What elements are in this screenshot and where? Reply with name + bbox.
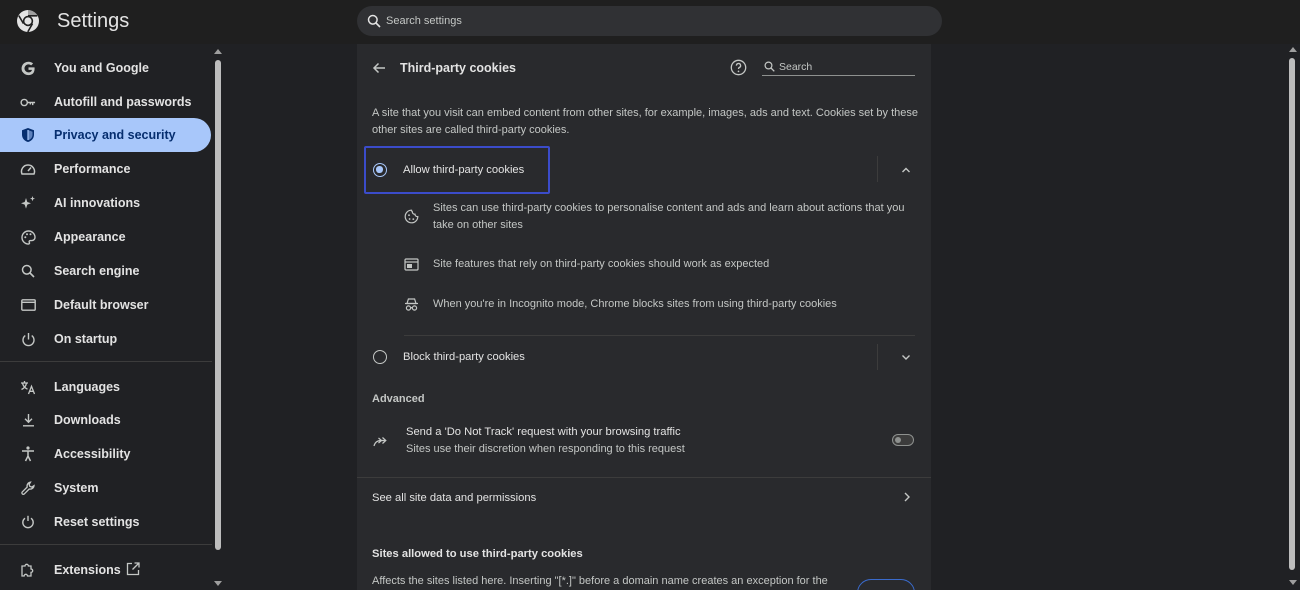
sidebar-item-autofill[interactable]: Autofill and passwords — [0, 85, 211, 119]
advanced-heading: Advanced — [372, 393, 425, 405]
block-cookies-label: Block third-party cookies — [403, 351, 525, 363]
allowed-sites-description: Affects the sites listed here. Inserting… — [372, 575, 828, 587]
sidebar-item-downloads[interactable]: Downloads — [0, 403, 211, 437]
web-page-icon — [404, 258, 419, 271]
back-arrow-icon[interactable] — [371, 60, 387, 76]
sidebar-item-search-engine[interactable]: Search engine — [0, 254, 211, 288]
search-icon — [20, 263, 36, 279]
sidebar-item-label: On startup — [54, 332, 118, 346]
download-icon — [20, 412, 36, 428]
search-icon — [764, 61, 775, 72]
allow-detail-personalise: Sites can use third-party cookies to per… — [433, 202, 905, 231]
sidebar: You and Google Autofill and passwords Pr… — [0, 44, 226, 590]
add-site-button[interactable] — [857, 579, 915, 590]
sidebar-scrollbar[interactable] — [212, 46, 226, 590]
shield-icon — [20, 127, 36, 143]
sidebar-item-label: Downloads — [54, 413, 121, 427]
scroll-down-arrow-icon[interactable] — [1289, 580, 1297, 585]
block-third-party-cookies-option[interactable]: Block third-party cookies — [357, 334, 931, 380]
external-link-icon[interactable] — [126, 562, 140, 576]
page-title: Third-party cookies — [400, 61, 516, 75]
sidebar-item-label: You and Google — [54, 61, 149, 75]
do-not-track-icon — [373, 437, 387, 447]
accessibility-icon — [20, 446, 36, 462]
reset-icon — [20, 514, 36, 530]
chevron-up-icon[interactable] — [900, 164, 912, 176]
sidebar-divider — [0, 361, 212, 362]
scrollbar-thumb[interactable] — [1289, 58, 1295, 570]
sidebar-item-reset-settings[interactable]: Reset settings — [0, 505, 211, 539]
google-g-icon — [20, 60, 36, 76]
incognito-icon — [405, 298, 418, 311]
speedometer-icon — [20, 161, 36, 177]
allow-cookies-label: Allow third-party cookies — [403, 164, 525, 176]
top-bar: Settings — [0, 0, 1300, 44]
sidebar-item-label: Accessibility — [54, 447, 131, 461]
key-icon — [20, 94, 36, 110]
settings-search-bar[interactable] — [357, 6, 942, 36]
allow-detail-features: Site features that rely on third-party c… — [433, 258, 770, 270]
do-not-track-subtitle: Sites use their discretion when respondi… — [406, 443, 685, 455]
do-not-track-toggle[interactable] — [892, 434, 914, 446]
row-separator — [877, 156, 878, 182]
translate-icon — [20, 379, 36, 395]
do-not-track-title: Send a 'Do Not Track' request with your … — [406, 426, 681, 438]
sidebar-item-label: Privacy and security — [54, 128, 176, 142]
sidebar-item-extensions[interactable]: Extensions — [0, 553, 211, 587]
sidebar-item-label: Languages — [54, 380, 120, 394]
row-separator — [877, 344, 878, 370]
main-scrollbar[interactable] — [1286, 44, 1300, 590]
sidebar-item-label: System — [54, 481, 99, 495]
sidebar-item-label: Performance — [54, 162, 131, 176]
sidebar-item-languages[interactable]: Languages — [0, 370, 211, 404]
sidebar-item-label: Search engine — [54, 264, 140, 278]
sidebar-item-privacy-and-security[interactable]: Privacy and security — [0, 118, 211, 152]
page-search-field[interactable] — [762, 58, 915, 76]
scroll-up-arrow-icon[interactable] — [214, 49, 222, 54]
search-icon — [367, 14, 381, 28]
cookie-icon — [404, 209, 419, 224]
sidebar-item-label: Appearance — [54, 230, 126, 244]
allow-detail-incognito: When you're in Incognito mode, Chrome bl… — [433, 298, 837, 310]
sidebar-item-appearance[interactable]: Appearance — [0, 220, 211, 254]
block-cookies-radio[interactable] — [373, 350, 387, 364]
browser-window-icon — [20, 297, 36, 313]
sidebar-item-label: Extensions — [54, 563, 121, 577]
allowed-sites-heading: Sites allowed to use third-party cookies — [372, 548, 583, 560]
chevron-right-icon — [904, 492, 910, 502]
allow-third-party-cookies-option[interactable]: Allow third-party cookies — [357, 146, 931, 194]
page-search-input[interactable] — [779, 59, 913, 74]
sidebar-item-on-startup[interactable]: On startup — [0, 322, 211, 356]
help-icon[interactable] — [730, 59, 747, 76]
sidebar-item-performance[interactable]: Performance — [0, 152, 211, 186]
palette-icon — [20, 229, 36, 245]
chevron-down-icon[interactable] — [900, 351, 912, 363]
app-title: Settings — [57, 10, 130, 32]
settings-search-input[interactable] — [386, 12, 906, 30]
sparkle-icon — [20, 195, 36, 211]
wrench-icon — [20, 480, 36, 496]
power-icon — [20, 331, 36, 347]
sidebar-item-default-browser[interactable]: Default browser — [0, 288, 211, 322]
cookies-description: A site that you visit can embed content … — [372, 107, 918, 136]
sidebar-item-label: AI innovations — [54, 196, 141, 210]
sidebar-item-accessibility[interactable]: Accessibility — [0, 437, 211, 471]
sidebar-item-ai-innovations[interactable]: AI innovations — [0, 186, 211, 220]
sidebar-item-label: Autofill and passwords — [54, 95, 192, 109]
third-party-cookies-card: Third-party cookies A site that you visi… — [357, 44, 931, 590]
allow-cookies-radio[interactable] — [373, 163, 387, 177]
chrome-logo-icon — [17, 10, 39, 33]
sidebar-item-label: Reset settings — [54, 515, 140, 529]
divider — [357, 477, 931, 478]
sidebar-item-you-and-google[interactable]: You and Google — [0, 51, 211, 85]
sidebar-item-label: Default browser — [54, 298, 149, 312]
sidebar-divider — [0, 544, 212, 545]
see-all-site-data-label: See all site data and permissions — [372, 492, 537, 504]
scroll-up-arrow-icon[interactable] — [1289, 47, 1297, 52]
scroll-down-arrow-icon[interactable] — [214, 581, 222, 586]
scrollbar-thumb[interactable] — [215, 60, 221, 550]
puzzle-icon — [20, 562, 36, 578]
see-all-site-data-link[interactable]: See all site data and permissions — [357, 482, 931, 514]
sidebar-item-system[interactable]: System — [0, 471, 211, 505]
